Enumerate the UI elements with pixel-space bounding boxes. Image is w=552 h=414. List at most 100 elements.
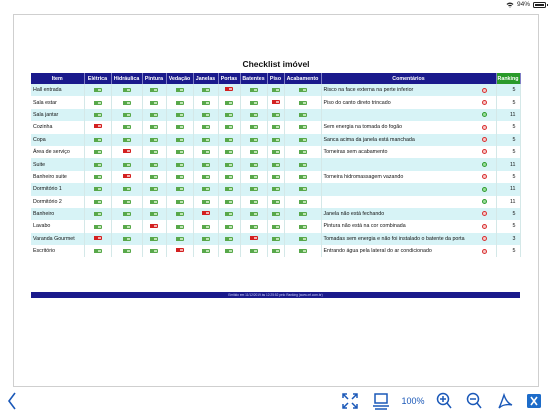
check-cell xyxy=(218,195,241,208)
checklist-table: Item Elétrica Hidráulica Pintura Vedação Jane… xyxy=(31,73,521,258)
zoom-out-button[interactable] xyxy=(464,391,484,411)
zoom-out-icon xyxy=(466,392,482,409)
export-pdf-button[interactable] xyxy=(495,391,515,411)
item-name: Banheiro xyxy=(31,207,85,221)
ranking-value: 11 xyxy=(510,111,516,118)
check-cell xyxy=(111,183,143,196)
thumbs-up-icon xyxy=(225,174,233,180)
check-cell xyxy=(142,158,167,171)
thumbs-up-icon xyxy=(225,100,233,105)
table-row[interactable]: Hall entrada Risco na face externa na per… xyxy=(31,84,521,97)
thumbs-up-icon xyxy=(225,124,233,130)
thumbs-up-icon xyxy=(249,137,258,142)
table-row[interactable]: Suite 11 xyxy=(31,158,521,171)
table-row[interactable]: Sala estar Piso do canto direto trincado 5 xyxy=(31,96,521,109)
alert-status-icon xyxy=(481,137,487,143)
battery-icon xyxy=(533,1,548,8)
table-row[interactable]: Sala jantar 11 xyxy=(31,108,521,122)
thumbs-up-icon xyxy=(93,162,102,167)
check-cell xyxy=(142,96,167,109)
check-cell xyxy=(111,145,143,159)
check-cell xyxy=(240,133,268,146)
thumbs-up-icon xyxy=(93,248,102,254)
thumbs-up-icon xyxy=(201,100,210,105)
thumbs-up-icon xyxy=(225,211,233,217)
table-row[interactable]: Varanda Gourmet Tomadas sem energia e não… xyxy=(31,232,521,246)
table-row[interactable]: Dormitório 2 11 xyxy=(31,195,521,208)
column-header: Item xyxy=(31,73,85,84)
comment: Torneira hidromassagem vazando xyxy=(321,170,497,184)
check-cell xyxy=(267,84,285,97)
thumbs-up-icon xyxy=(175,112,184,118)
back-button[interactable] xyxy=(5,391,19,411)
thumbs-up-icon xyxy=(93,87,102,93)
check-cell xyxy=(193,145,219,159)
thumbs-up-icon xyxy=(225,236,233,241)
alert-status-icon xyxy=(481,236,487,242)
table-row[interactable]: Escritório Entrando água pela lateral do … xyxy=(31,245,521,258)
check-cell xyxy=(142,108,167,122)
item-name: Sala jantar xyxy=(31,108,85,122)
thumbs-up-icon xyxy=(175,174,184,180)
check-cell xyxy=(267,207,285,221)
zoom-in-button[interactable] xyxy=(434,391,454,411)
thumbs-up-icon xyxy=(225,248,233,254)
zoom-in-icon xyxy=(436,392,452,409)
status-indicators: 94% xyxy=(506,1,548,8)
thumbs-up-icon xyxy=(150,199,158,204)
check-cell xyxy=(267,245,285,258)
ok-status-icon xyxy=(481,199,487,205)
check-cell xyxy=(218,121,241,134)
check-cell xyxy=(166,170,194,184)
ranking-value: 11 xyxy=(510,161,516,168)
check-cell xyxy=(193,84,219,97)
check-cell xyxy=(267,145,285,159)
thumbs-up-icon xyxy=(201,236,210,241)
ranking-value: 3 xyxy=(512,235,516,242)
thumbs-up-icon xyxy=(150,174,158,180)
thumbs-up-icon xyxy=(175,137,184,142)
ranking-cell: 11 xyxy=(481,183,521,196)
item-name: Banheiro suite xyxy=(31,170,85,184)
table-row[interactable]: Lavabo Pintura não está na cor combinada 5 xyxy=(31,220,521,233)
table-row[interactable]: Banheiro Janela não está fechando 5 xyxy=(31,207,521,221)
table-row[interactable]: Área de serviço Torneiras sem acabamento 5 xyxy=(31,145,521,159)
wifi-icon xyxy=(506,2,514,8)
table-row[interactable]: Cozinha Sem energia na tomada do fogão 5 xyxy=(31,121,521,134)
comment: Pintura não está na cor combinada xyxy=(321,220,497,233)
table-row[interactable]: Banheiro suite Torneira hidromassagem vaz… xyxy=(31,170,521,184)
check-cell xyxy=(84,108,112,122)
check-cell xyxy=(284,207,322,221)
screen-fit-icon xyxy=(373,393,389,410)
fit-screen-button[interactable] xyxy=(340,391,360,411)
check-cell xyxy=(267,183,285,196)
thumbs-down-icon xyxy=(122,174,131,179)
thumbs-up-icon xyxy=(271,137,280,142)
thumbs-up-icon xyxy=(122,236,131,241)
item-name: Copa xyxy=(31,133,85,146)
check-cell xyxy=(267,96,285,109)
thumbs-up-icon xyxy=(150,248,158,254)
check-cell xyxy=(166,195,194,208)
ranking-cell: 5 xyxy=(481,84,521,97)
status-bar: 94% xyxy=(0,0,552,12)
ranking-value: 5 xyxy=(512,211,516,218)
page-view-button[interactable] xyxy=(370,391,392,411)
check-cell xyxy=(166,121,194,134)
ranking-value: 5 xyxy=(512,248,516,255)
check-cell xyxy=(142,232,167,246)
check-cell xyxy=(111,232,143,246)
table-row[interactable]: Dormitório 1 11 xyxy=(31,183,521,196)
thumbs-down-icon xyxy=(122,149,131,154)
thumbs-up-icon xyxy=(201,124,210,130)
chevron-left-icon xyxy=(8,392,16,410)
table-row[interactable]: Copa Sanca acima da janela está manchada 5 xyxy=(31,133,521,146)
ranking-cell: 5 xyxy=(481,133,521,146)
export-excel-button[interactable] xyxy=(524,391,544,411)
table-header-row: Item Elétrica Hidráulica Pintura Vedação Jane… xyxy=(31,73,521,84)
check-cell xyxy=(218,183,241,196)
thumbs-up-icon xyxy=(298,236,307,241)
thumbs-up-icon xyxy=(175,199,184,204)
check-cell xyxy=(193,195,219,208)
check-cell xyxy=(218,245,241,258)
